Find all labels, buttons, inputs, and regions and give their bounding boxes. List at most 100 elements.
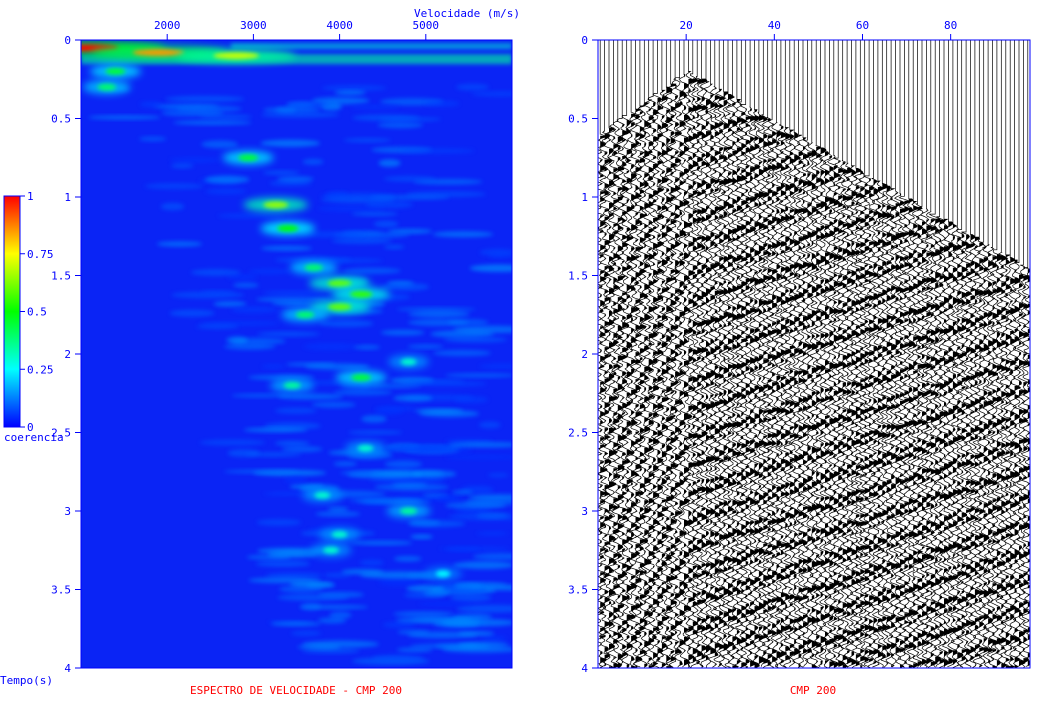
coherence-texture	[170, 157, 219, 163]
trace-tick-label: 40	[768, 19, 781, 32]
coherence-texture	[165, 95, 245, 103]
coherence-texture	[478, 421, 501, 429]
coherence-texture	[448, 441, 512, 448]
time-tick-label: 2	[64, 348, 71, 361]
coherence-texture	[156, 241, 203, 247]
coherence-texture	[277, 594, 349, 601]
coherence-texture	[454, 583, 482, 590]
coherence-texture	[479, 248, 512, 257]
time-tick-label: 3	[581, 505, 588, 518]
time-tick-label: 3.5	[568, 584, 588, 597]
coherence-texture	[361, 415, 387, 423]
colorbar-tick-label: 0.5	[27, 306, 47, 319]
coherence-texture	[354, 344, 381, 350]
coherence-texture	[432, 350, 492, 357]
coherence-texture	[248, 268, 291, 275]
coherence-peak	[331, 531, 348, 539]
coherence-texture	[453, 561, 512, 570]
coherence-texture	[217, 213, 284, 219]
coherence-texture	[424, 100, 460, 107]
coherence-texture	[263, 290, 322, 296]
coherence-texture	[301, 640, 380, 648]
coherence-texture	[320, 196, 395, 204]
coherence-texture	[377, 122, 424, 129]
coherence-peak	[350, 290, 373, 298]
coherence-texture	[423, 589, 450, 597]
coherence-texture	[445, 454, 512, 460]
coherence-texture	[170, 163, 194, 169]
coherence-texture	[196, 323, 239, 330]
coherence-texture	[256, 518, 301, 526]
coherence-texture	[139, 136, 167, 142]
coherence-texture	[379, 117, 442, 122]
coherence-texture	[276, 176, 314, 182]
coherence-texture	[204, 175, 250, 184]
coherence-texture	[340, 470, 382, 476]
coherence-texture	[373, 220, 399, 228]
velocity-tick-label: 5000	[413, 19, 440, 32]
colorbar-label: coerencia	[4, 431, 64, 444]
coherence-texture	[321, 85, 387, 91]
coherence-texture	[407, 318, 469, 327]
coherence-texture	[445, 501, 507, 510]
coherence-texture	[277, 393, 344, 400]
coherence-texture	[436, 495, 464, 502]
coherence-texture	[201, 140, 239, 149]
coherence-texture	[285, 362, 336, 367]
time-tick-label: 1.5	[568, 270, 588, 283]
coherence-texture	[255, 560, 311, 567]
coherence-texture	[200, 290, 236, 295]
coherence-peak	[263, 201, 289, 209]
velocity-spectrum-panel: 2000 3000 4000 5000 00.511.522.533.54 Veloc…	[0, 7, 520, 697]
colorbar-tick-label: 1	[27, 190, 34, 203]
coherence-texture	[88, 115, 161, 120]
coherence-texture	[223, 469, 300, 474]
coherence-texture	[456, 604, 512, 613]
coherence-texture	[281, 446, 323, 453]
coherence-texture	[144, 183, 204, 190]
coherence-texture	[289, 581, 335, 588]
coherence-texture	[173, 120, 252, 125]
coherence-texture	[381, 282, 430, 291]
coherence-peak	[327, 303, 352, 311]
coherence-texture	[301, 648, 360, 654]
colorbar-ticks: 00.250.50.751	[20, 190, 54, 434]
coherence-texture	[450, 593, 492, 602]
coherence-texture	[452, 613, 493, 621]
coherence-colorbar: 00.250.50.751 coerencia	[3, 190, 64, 444]
coherence-texture	[400, 148, 475, 154]
coherence-texture	[469, 264, 512, 272]
velocity-tick-label: 2000	[154, 19, 181, 32]
time-tick-label: 2.5	[568, 427, 588, 440]
coherence-texture	[160, 202, 185, 211]
coherence-texture	[231, 306, 278, 314]
coherence-peak	[238, 154, 259, 162]
time-tick-label: 4	[581, 662, 588, 675]
coherence-texture	[407, 344, 444, 349]
trace-tick-label: 20	[680, 19, 693, 32]
coherence-peak	[314, 491, 331, 499]
coherence-texture	[412, 470, 457, 478]
coherence-peak	[323, 546, 339, 554]
coherence-peak	[357, 444, 374, 452]
coherence-texture	[311, 401, 356, 408]
coherence-texture	[408, 311, 470, 318]
coherence-texture	[226, 336, 248, 345]
coherence-texture	[331, 237, 393, 244]
coherence-texture	[348, 430, 403, 435]
coherence-texture	[315, 511, 361, 517]
coherence-texture	[246, 554, 291, 560]
coherence-texture	[481, 635, 507, 641]
coherence-texture	[360, 384, 422, 389]
figure-canvas: 2000 3000 4000 5000 0 0.5 1 1.5 2 2.5 3 3.5 4 Veloc…	[0, 7, 1031, 697]
coherence-texture	[357, 499, 431, 504]
coherence-texture	[393, 394, 433, 402]
coherence-texture	[333, 461, 357, 467]
time-tick-label: 1.5	[51, 270, 71, 283]
coherence-texture	[456, 83, 489, 91]
coherence-texture	[383, 175, 436, 182]
coherence-texture	[274, 440, 310, 446]
coherence-texture	[451, 490, 474, 495]
coherence-texture	[488, 472, 509, 478]
coherence-texture	[380, 329, 425, 336]
